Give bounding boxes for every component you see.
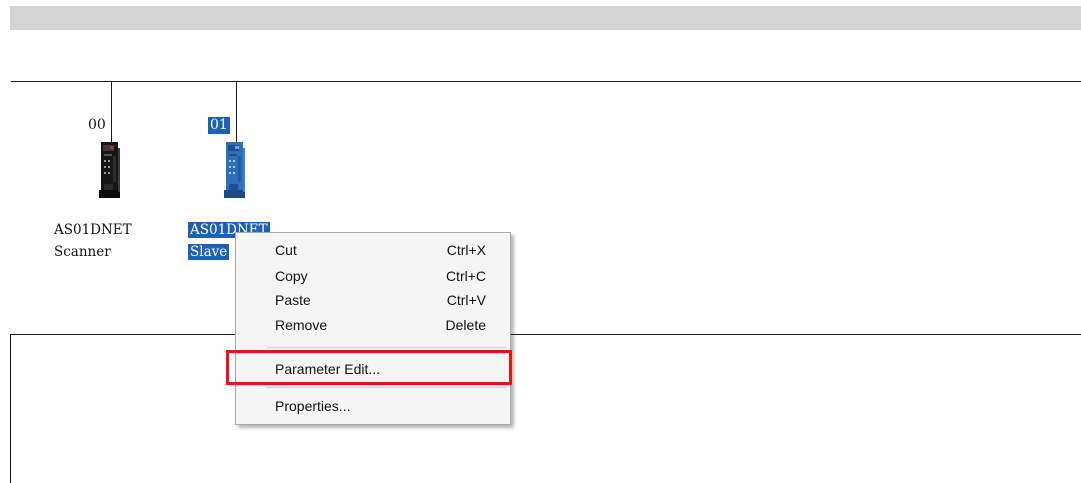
menu-item-shortcut: Ctrl+X: [446, 242, 486, 258]
menu-item-paste[interactable]: Paste Ctrl+V: [236, 287, 510, 313]
menu-item-label: Properties...: [275, 398, 351, 414]
menu-item-label: Copy: [275, 268, 308, 284]
node-01-role: Slave: [188, 244, 230, 260]
menu-item-cut[interactable]: Cut Ctrl+X: [236, 237, 510, 263]
menu-item-label: Cut: [275, 242, 297, 258]
menu-item-shortcut: Ctrl+V: [446, 292, 486, 308]
node-00-name: AS01DNET: [54, 222, 132, 238]
network-configuration-canvas[interactable]: 00 AS01DNET Scanner 01 AS01DNET Slave Cu…: [0, 0, 1081, 483]
menu-item-copy[interactable]: Copy Ctrl+C: [236, 263, 510, 289]
context-menu: Cut Ctrl+X Copy Ctrl+C Paste Ctrl+V Remo…: [235, 232, 511, 425]
menu-item-remove[interactable]: Remove Delete: [236, 312, 510, 338]
menu-item-properties[interactable]: Properties...: [236, 393, 510, 419]
plc-module-icon[interactable]: [224, 142, 248, 200]
network-bus-line: [11, 81, 1081, 82]
annotation-highlight-box: [226, 350, 512, 385]
menu-separator: [266, 347, 506, 348]
node-01-drop-line: [236, 82, 237, 142]
menu-item-label: Remove: [275, 317, 328, 333]
menu-item-shortcut: Delete: [445, 317, 486, 333]
node-00-drop-line: [111, 82, 112, 142]
menu-item-label: Paste: [275, 292, 311, 308]
node-01-address: 01: [208, 117, 230, 134]
node-00-address: 00: [88, 117, 106, 133]
title-bar: [10, 6, 1081, 30]
node-00-role: Scanner: [54, 244, 111, 260]
menu-item-shortcut: Ctrl+C: [445, 268, 486, 284]
lower-panel: [10, 334, 1081, 483]
node-00-label[interactable]: AS01DNET Scanner: [54, 219, 132, 263]
plc-module-icon[interactable]: [98, 142, 122, 200]
menu-separator: [266, 387, 506, 388]
